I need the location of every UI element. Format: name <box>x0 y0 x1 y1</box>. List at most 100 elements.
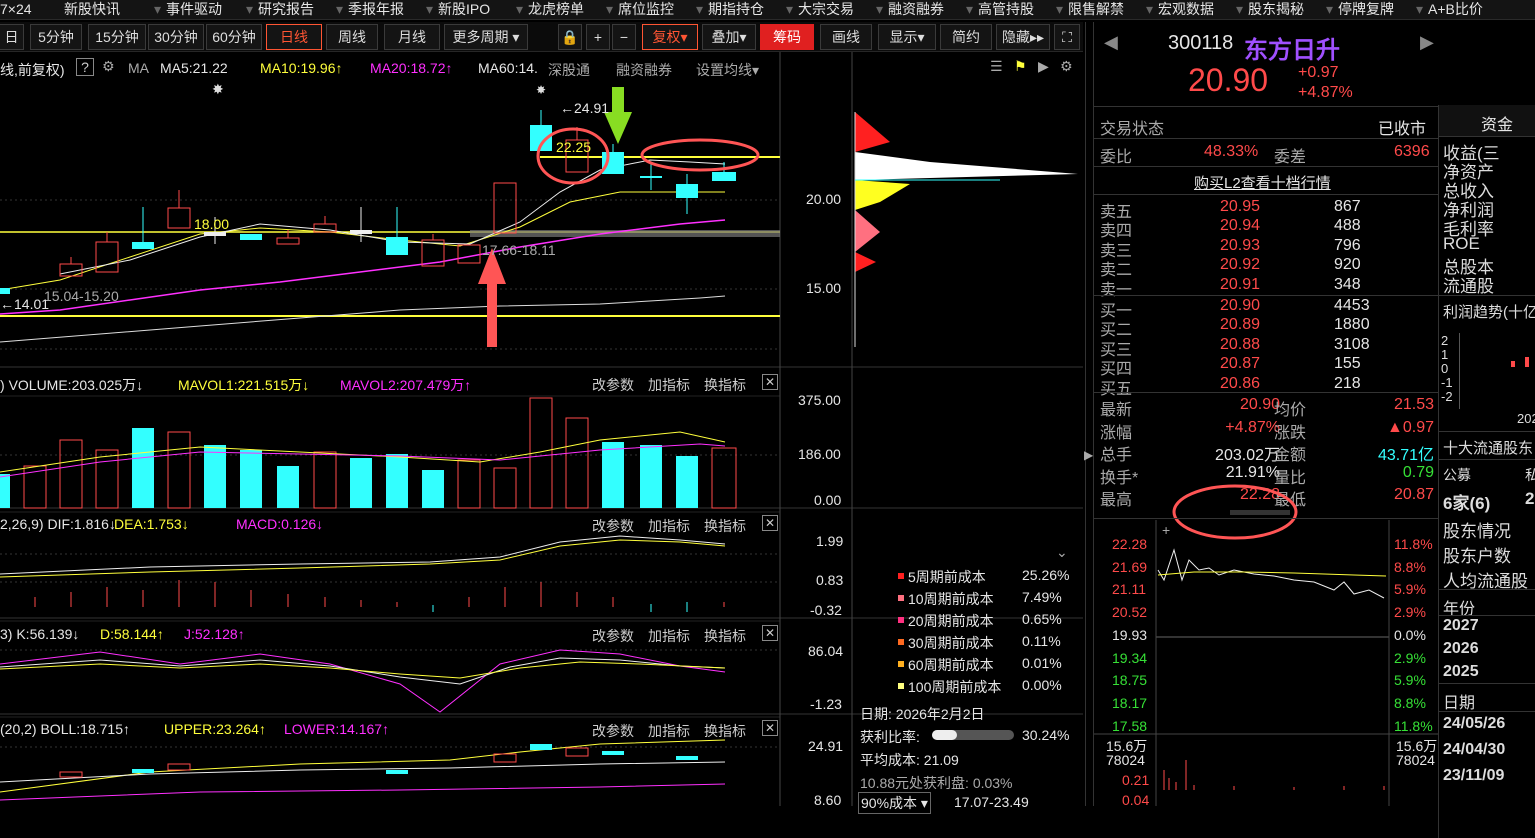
intraday-price-label: 21.11 <box>1112 581 1146 598</box>
nav-dropdown-icon: ▾ <box>876 1 884 17</box>
close-icon[interactable]: ✕ <box>762 515 778 531</box>
period-30min[interactable]: 30分钟 <box>148 24 204 50</box>
nav-item-5[interactable]: 新股IPO <box>438 0 490 19</box>
close-icon[interactable]: ✕ <box>762 625 778 641</box>
change-param-button[interactable]: 改参数 <box>592 516 634 536</box>
period-5min[interactable]: 5分钟 <box>30 24 82 50</box>
svg-text:✸: ✸ <box>212 81 224 97</box>
scroll-handle[interactable] <box>1230 510 1290 515</box>
period-daily[interactable]: 日线 <box>266 24 322 50</box>
swap-indicator-button[interactable]: 换指标 <box>704 375 746 395</box>
trend-axis-label: 2 <box>1441 333 1449 348</box>
draw-button[interactable]: 画线 <box>820 24 872 50</box>
l2-link[interactable]: 购买L2查看十档行情 <box>1194 172 1331 193</box>
boll-prefix: (20,2) <box>0 721 37 737</box>
profit-bar <box>932 730 1014 740</box>
period-monthly[interactable]: 月线 <box>384 24 440 50</box>
period-more[interactable]: 更多周期 ▾ <box>444 24 528 50</box>
legend-value: 0.65% <box>1022 611 1062 627</box>
nav-dropdown-icon: ▾ <box>1146 1 1154 17</box>
intraday-pct-label: 2.9% <box>1394 649 1426 666</box>
orderbook-buy-price: 20.89 <box>1220 316 1261 334</box>
splitter[interactable] <box>1085 22 1091 806</box>
nav-item-12[interactable]: 限售解禁 <box>1068 0 1124 19</box>
fuquan-button[interactable]: 复权▾ <box>642 24 698 50</box>
add-indicator-button[interactable]: 加指标 <box>648 721 690 741</box>
cost90-select[interactable]: 90%成本 ▾ <box>858 792 931 814</box>
orderbook-buy-price: 20.87 <box>1220 355 1261 373</box>
add-indicator-button[interactable]: 加指标 <box>648 626 690 646</box>
stat-3-1: 21.91% <box>1225 463 1280 481</box>
next-stock-icon[interactable]: ▶ <box>1420 32 1434 53</box>
nav-item-11[interactable]: 高管持股 <box>978 0 1034 19</box>
chips-button[interactable]: 筹码 <box>760 24 814 50</box>
legend-value: 25.26% <box>1022 567 1070 583</box>
overlay-button[interactable]: 叠加▾ <box>702 24 756 50</box>
chip-date: 日期: 2026年2月2日 <box>860 706 985 722</box>
change-param-button[interactable]: 改参数 <box>592 721 634 741</box>
display-button[interactable]: 显示▾ <box>878 24 936 50</box>
finance-item[interactable]: ROE <box>1443 234 1480 254</box>
nav-item-4[interactable]: 季报年报 <box>348 0 404 19</box>
candles <box>0 110 736 294</box>
trend-axis-label: 1 <box>1441 347 1449 362</box>
orderbook-sell-price: 20.93 <box>1220 236 1261 254</box>
nav-item-1[interactable]: 新股快讯 <box>64 0 120 19</box>
nav-item-8[interactable]: 期指持仓 <box>708 0 764 19</box>
holder-link[interactable]: 股东户数 <box>1443 542 1511 567</box>
lock-icon[interactable]: 🔒 <box>558 24 582 50</box>
fund-tab[interactable]: 资金 <box>1438 105 1535 137</box>
legend-swatch <box>898 595 904 601</box>
stat-3-3: 0.79 <box>1402 463 1434 481</box>
intraday-pct-label: 5.9% <box>1394 581 1426 598</box>
finance-item[interactable]: 流通股 <box>1443 272 1494 297</box>
range-annotation-1: 17.66-18.11 <box>482 242 556 258</box>
change-param-button[interactable]: 改参数 <box>592 626 634 646</box>
nav-item-3[interactable]: 研究报告 <box>258 0 314 19</box>
period-day-partial[interactable]: 日 <box>0 24 24 50</box>
prev-stock-icon[interactable]: ◀ <box>1104 32 1118 53</box>
hide-button[interactable]: 隐藏▸▸ <box>996 24 1050 50</box>
nav-item-0[interactable]: 7×24 <box>0 0 32 19</box>
add-indicator-button[interactable]: 加指标 <box>648 516 690 536</box>
nav-item-6[interactable]: 龙虎榜单 <box>528 0 584 19</box>
date-value: 23/11/09 <box>1443 767 1505 784</box>
swap-indicator-button[interactable]: 换指标 <box>704 516 746 536</box>
period-15min[interactable]: 15分钟 <box>88 24 146 50</box>
intraday-pct-label: 11.8% <box>1394 717 1433 734</box>
nav-item-15[interactable]: 停牌复牌 <box>1338 0 1394 19</box>
nav-item-10[interactable]: 融资融券 <box>888 0 944 19</box>
fullscreen-icon[interactable]: ⛶ <box>1054 24 1080 50</box>
nav-item-14[interactable]: 股东揭秘 <box>1248 0 1304 19</box>
swap-indicator-button[interactable]: 换指标 <box>704 626 746 646</box>
collapse-icon[interactable]: ⌄ <box>1056 544 1068 561</box>
orderbook-buy-vol: 3108 <box>1334 335 1370 353</box>
orderbook-sell-price: 20.95 <box>1220 198 1261 215</box>
nav-item-7[interactable]: 席位监控 <box>618 0 674 19</box>
zoom-in-icon[interactable]: + <box>586 24 610 50</box>
simple-button[interactable]: 简约 <box>940 24 992 50</box>
weibi-label: 委比 <box>1100 149 1133 166</box>
close-icon[interactable]: ✕ <box>762 374 778 390</box>
swap-indicator-button[interactable]: 换指标 <box>704 721 746 741</box>
period-60min[interactable]: 60分钟 <box>206 24 262 50</box>
holder-link[interactable]: 股东情况 <box>1443 517 1511 542</box>
trend-axis-label: 0 <box>1441 361 1449 376</box>
zoom-out-icon[interactable]: − <box>612 24 636 50</box>
legend-swatch <box>898 639 904 645</box>
change-param-button[interactable]: 改参数 <box>592 375 634 395</box>
splitter-arrow-icon[interactable]: ▶ <box>1084 448 1093 462</box>
nav-item-2[interactable]: 事件驱动 <box>166 0 222 19</box>
mavol2-text: MAVOL2:207.479万 <box>340 377 465 393</box>
high-annotation: ←24.91 <box>560 100 610 116</box>
nav-item-16[interactable]: A+B比价 <box>1428 0 1483 19</box>
fund-tab-label: 资金 <box>1481 117 1514 134</box>
top10-holders[interactable]: 十大流通股东 <box>1443 437 1533 458</box>
add-indicator-button[interactable]: 加指标 <box>648 375 690 395</box>
nav-item-9[interactable]: 大宗交易 <box>798 0 854 19</box>
period-weekly[interactable]: 周线 <box>326 24 378 50</box>
nav-item-13[interactable]: 宏观数据 <box>1158 0 1214 19</box>
intraday-pct-label: 2.9% <box>1394 604 1426 621</box>
intraday-price-label: 17.58 <box>1112 717 1148 734</box>
close-icon[interactable]: ✕ <box>762 720 778 736</box>
